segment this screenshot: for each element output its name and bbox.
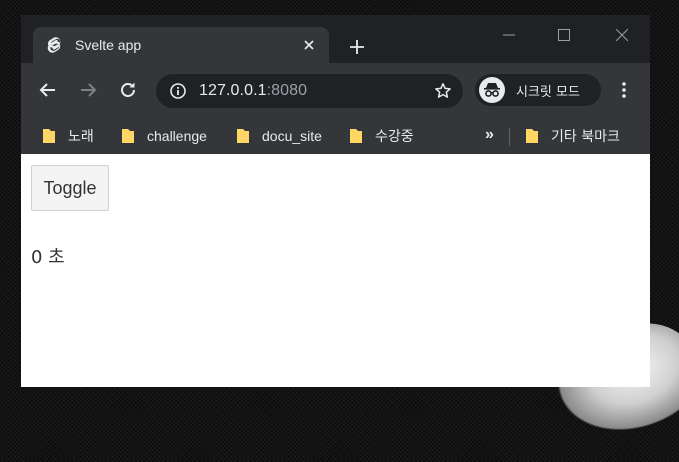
browser-window: Svelte app 127.0.0.1:8080 시크릿 모드 노래 chal… (21, 15, 650, 387)
bookmark-label: 기타 북마크 (551, 129, 620, 145)
browser-toolbar: 127.0.0.1:8080 시크릿 모드 (21, 63, 650, 119)
bookmarks-divider (509, 128, 510, 146)
bookmark-folder-docu-site[interactable]: docu_site (236, 126, 322, 146)
window-close-icon[interactable] (610, 25, 634, 45)
tab-title: Svelte app (75, 37, 142, 53)
svelte-icon (47, 37, 63, 53)
bookmark-label: 수강중 (375, 129, 414, 145)
address-host: 127.0.0.1 (199, 82, 267, 99)
folder-icon (121, 128, 135, 144)
folder-icon (42, 128, 56, 144)
info-icon[interactable] (170, 83, 186, 99)
reload-icon[interactable] (117, 79, 139, 101)
forward-arrow-icon[interactable] (77, 79, 99, 101)
seconds-counter: 0 초 (31, 247, 65, 268)
bookmarks-overflow-chevron[interactable]: » (485, 126, 494, 144)
more-menu-icon[interactable] (616, 79, 632, 101)
incognito-icon (479, 77, 505, 103)
bookmark-label: docu_site (262, 128, 322, 144)
folder-icon (236, 128, 250, 144)
new-tab-icon[interactable] (347, 37, 367, 57)
folder-icon (525, 128, 539, 144)
bookmarks-bar: 노래 challenge docu_site 수강중 » 기타 북마크 (21, 119, 650, 154)
page-content: Toggle 0 초 (21, 154, 650, 387)
folder-icon (349, 128, 363, 144)
bookmark-folder-challenge[interactable]: challenge (121, 126, 207, 146)
address-bar[interactable]: 127.0.0.1:8080 (156, 74, 463, 108)
maximize-icon[interactable] (552, 25, 576, 45)
back-arrow-icon[interactable] (37, 79, 59, 101)
tab-svelte-app[interactable]: Svelte app (33, 27, 329, 63)
bookmark-folder-other[interactable]: 기타 북마크 (525, 126, 620, 146)
minimize-icon[interactable] (497, 25, 521, 45)
bookmark-folder-수강중[interactable]: 수강중 (349, 126, 414, 146)
address-port: :8080 (266, 82, 308, 99)
incognito-label: 시크릿 모드 (516, 84, 580, 100)
tab-strip: Svelte app (21, 15, 650, 63)
bookmark-label: challenge (147, 128, 207, 144)
toggle-button[interactable]: Toggle (31, 165, 109, 211)
address-url: 127.0.0.1:8080 (199, 82, 307, 100)
bookmark-label: 노래 (68, 129, 94, 145)
close-tab-icon[interactable] (299, 35, 319, 55)
incognito-badge[interactable]: 시크릿 모드 (475, 74, 601, 106)
bookmark-star-icon[interactable] (434, 82, 452, 100)
bookmark-folder-노래[interactable]: 노래 (42, 126, 94, 146)
